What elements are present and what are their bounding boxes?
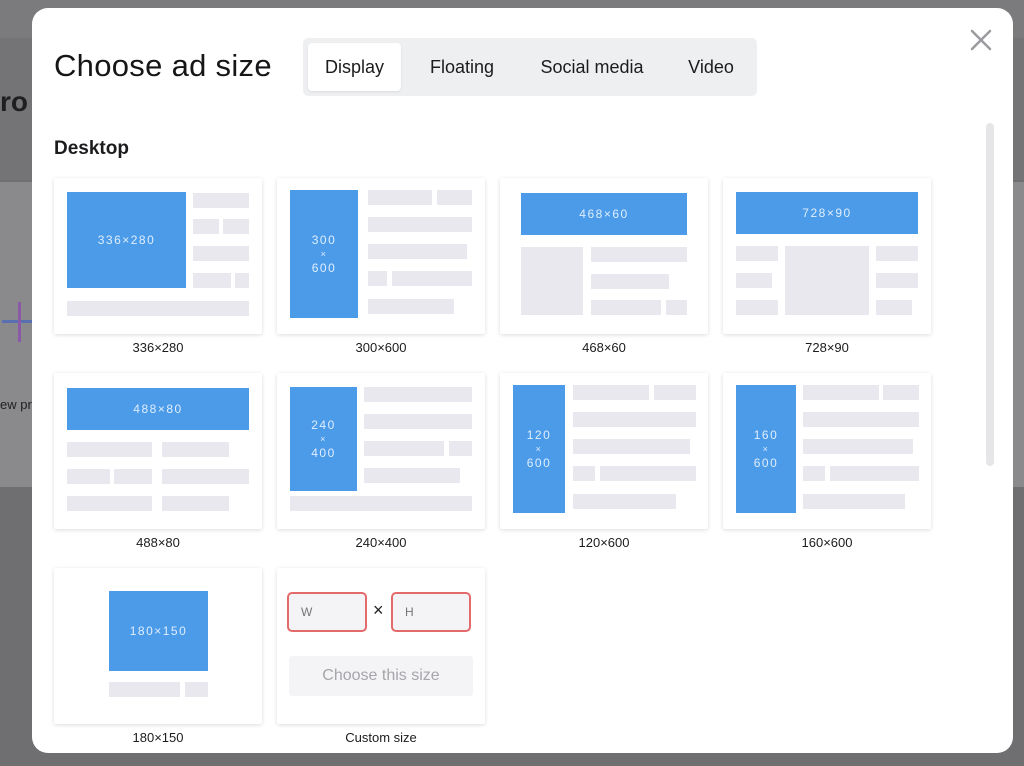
- tab-social-media[interactable]: Social media: [523, 43, 661, 91]
- plus-icon: [2, 302, 36, 342]
- ad-size-label: 120×600: [578, 535, 630, 550]
- tab-display[interactable]: Display: [308, 43, 401, 91]
- ad-preview: 180×150: [109, 591, 208, 671]
- ad-preview: 488×80: [67, 388, 249, 430]
- ad-size-label: 160×600: [801, 535, 853, 550]
- ad-preview: 160 × 600: [736, 385, 796, 513]
- ad-size-label: 468×60: [582, 340, 626, 355]
- ad-size-card-728x90[interactable]: 728×90: [723, 178, 931, 334]
- ad-preview: 120 × 600: [513, 385, 565, 513]
- ad-size-label: 488×80: [136, 535, 180, 550]
- ad-size-card-120x600[interactable]: 120 × 600: [500, 373, 708, 529]
- ad-size-label: 300×600: [355, 340, 407, 355]
- custom-width-input[interactable]: [287, 592, 367, 632]
- ad-preview: 336×280: [67, 192, 186, 288]
- close-icon[interactable]: [967, 26, 995, 54]
- dialog-title: Choose ad size: [54, 48, 272, 83]
- times-symbol: ×: [373, 600, 384, 620]
- ad-size-card-300x600[interactable]: 300 × 600: [277, 178, 485, 334]
- ad-type-tabs: Display Floating Social media Video: [303, 38, 757, 96]
- ad-size-label: 240×400: [355, 535, 407, 550]
- background-title-fragment: ro: [0, 86, 28, 117]
- ad-size-card-160x600[interactable]: 160 × 600: [723, 373, 931, 529]
- ad-preview: 728×90: [736, 192, 918, 234]
- scrollbar[interactable]: [986, 123, 994, 466]
- background-caption-fragment: ew pr: [0, 397, 32, 412]
- ad-size-label: 728×90: [805, 340, 849, 355]
- ad-size-label: 180×150: [132, 730, 184, 745]
- custom-height-input[interactable]: [391, 592, 471, 632]
- choose-ad-size-dialog: Choose ad size Display Floating Social m…: [32, 8, 1013, 753]
- ad-preview: 240 × 400: [290, 387, 357, 491]
- custom-size-card: × Choose this size: [277, 568, 485, 724]
- custom-size-label: Custom size: [345, 730, 417, 745]
- ad-size-card-488x80[interactable]: 488×80: [54, 373, 262, 529]
- choose-this-size-button[interactable]: Choose this size: [289, 656, 473, 696]
- ad-size-card-468x60[interactable]: 468×60: [500, 178, 708, 334]
- ad-size-label: 336×280: [132, 340, 184, 355]
- ad-size-card-180x150[interactable]: 180×150: [54, 568, 262, 724]
- ad-size-card-240x400[interactable]: 240 × 400: [277, 373, 485, 529]
- section-title-desktop: Desktop: [54, 138, 129, 159]
- ad-size-card-336x280[interactable]: 336×280: [54, 178, 262, 334]
- ad-preview: 468×60: [521, 193, 687, 235]
- tab-video[interactable]: Video: [669, 43, 753, 91]
- tab-floating[interactable]: Floating: [409, 43, 515, 91]
- ad-preview: 300 × 600: [290, 190, 358, 318]
